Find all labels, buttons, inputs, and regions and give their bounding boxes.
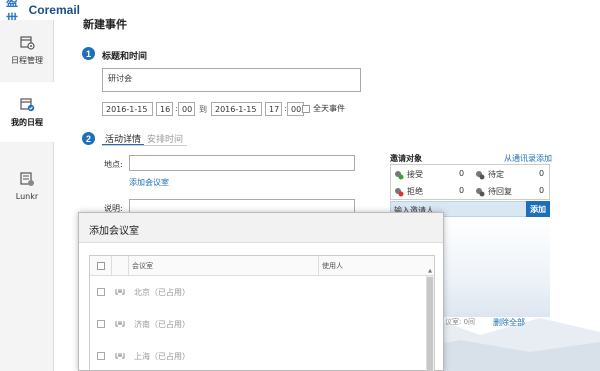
room-table-header: 会议室 使用人 xyxy=(90,256,434,276)
lunkr-icon xyxy=(20,172,34,186)
accept-count: 0 xyxy=(459,169,465,178)
sidebar-item-label: 日程管理 xyxy=(11,56,43,65)
step-number: 2 xyxy=(82,132,95,145)
start-hour-field[interactable]: 16 xyxy=(156,102,173,116)
scrollbar-thumb[interactable] xyxy=(427,277,433,371)
select-all-checkbox[interactable] xyxy=(97,262,105,270)
column-divider xyxy=(128,256,129,276)
meeting-room-icon xyxy=(115,353,125,359)
meeting-room-icon xyxy=(115,289,125,295)
room-count: 议室: 0间 xyxy=(445,318,476,326)
sidebar-item-label: 我的日程 xyxy=(11,118,43,127)
pending-label: 待定 xyxy=(488,170,504,179)
reject-count: 0 xyxy=(459,186,465,195)
invite-status-grid: 接受 0 待定 0 拒绝 0 待回复 0 xyxy=(390,164,550,200)
step-number: 1 xyxy=(82,47,95,60)
accept-label: 接受 xyxy=(407,170,423,179)
subject-input[interactable]: 研讨会 xyxy=(102,68,361,92)
add-room-dialog: 添加会议室 会议室 使用人 北京（已占用） 济南（已占用） 上海（已占用） ▲ xyxy=(78,212,444,371)
await-label: 待回复 xyxy=(488,187,512,196)
column-divider xyxy=(111,256,112,276)
sidebar-item-label: Lunkr xyxy=(15,192,39,201)
meeting-room-icon xyxy=(115,321,125,327)
start-date-field[interactable]: 2016-1-15 xyxy=(102,102,153,116)
tabs-divider xyxy=(102,145,187,146)
reject-icon xyxy=(395,187,404,196)
await-count: 0 xyxy=(539,186,545,195)
sidebar-item-my-schedule[interactable]: 我的日程 xyxy=(0,82,54,142)
brand-logo: 盈世 Coremail xyxy=(0,0,80,26)
brand-en: Coremail xyxy=(28,3,80,17)
location-label: 地点: xyxy=(104,160,123,169)
pending-status: 待定 xyxy=(475,166,504,183)
room-table: 会议室 使用人 北京（已占用） 济南（已占用） 上海（已占用） ▲ xyxy=(89,255,435,371)
allday-label: 全天事件 xyxy=(313,104,345,113)
sidebar-item-schedule-manage[interactable]: 日程管理 xyxy=(0,20,54,80)
end-hour-field[interactable]: 17 xyxy=(265,102,282,116)
await-status: 待回复 xyxy=(475,183,512,200)
room-row[interactable]: 上海（已占用） xyxy=(90,341,426,371)
step-title: 标题和时间 xyxy=(102,52,148,62)
accept-icon xyxy=(395,170,404,179)
pending-icon xyxy=(476,170,485,179)
tab-activity-details[interactable]: 活动详情 xyxy=(102,132,145,146)
tab-schedule-time[interactable]: 安排时间 xyxy=(144,132,186,146)
room-row[interactable]: 北京（已占用） xyxy=(90,277,426,309)
room-checkbox[interactable] xyxy=(97,352,105,360)
column-room: 会议室 xyxy=(132,262,153,270)
sidebar-item-lunkr[interactable]: Lunkr xyxy=(0,156,54,216)
detail-tabs: 活动详情 安排时间 xyxy=(102,132,186,146)
add-invitee-button[interactable]: 添加 xyxy=(526,201,550,217)
end-date-field[interactable]: 2016-1-15 xyxy=(211,102,262,116)
scroll-up-icon[interactable]: ▲ xyxy=(427,268,433,276)
sidebar: 日程管理 我的日程 Lunkr xyxy=(0,20,54,371)
allday-checkbox[interactable] xyxy=(302,105,310,113)
room-checkbox[interactable] xyxy=(97,320,105,328)
room-name: 北京（已占用） xyxy=(134,288,190,297)
calendar-gear-icon xyxy=(20,36,35,50)
add-from-contacts-link[interactable]: 从通讯录添加 xyxy=(504,153,552,164)
column-user: 使用人 xyxy=(322,262,343,270)
invite-title: 邀请对象 xyxy=(390,154,422,163)
column-divider xyxy=(318,256,319,276)
page-title: 新建事件 xyxy=(83,18,127,31)
room-row[interactable]: 济南（已占用） xyxy=(90,309,426,341)
add-room-link[interactable]: 添加会议室 xyxy=(129,177,169,188)
start-minute-field[interactable]: 00 xyxy=(178,102,195,116)
dialog-title: 添加会议室 xyxy=(79,213,443,243)
room-checkbox[interactable] xyxy=(97,288,105,296)
reject-status: 拒绝 xyxy=(394,183,423,200)
room-name: 济南（已占用） xyxy=(134,320,190,329)
accept-status: 接受 xyxy=(394,166,423,183)
location-input[interactable] xyxy=(129,155,355,171)
reject-label: 拒绝 xyxy=(407,187,423,196)
calendar-check-icon xyxy=(20,98,35,112)
pending-count: 0 xyxy=(539,169,545,178)
to-label: 到 xyxy=(199,105,207,114)
room-name: 上海（已占用） xyxy=(134,352,190,361)
delete-all-link[interactable]: 删除全部 xyxy=(493,317,525,328)
await-icon xyxy=(476,187,485,196)
